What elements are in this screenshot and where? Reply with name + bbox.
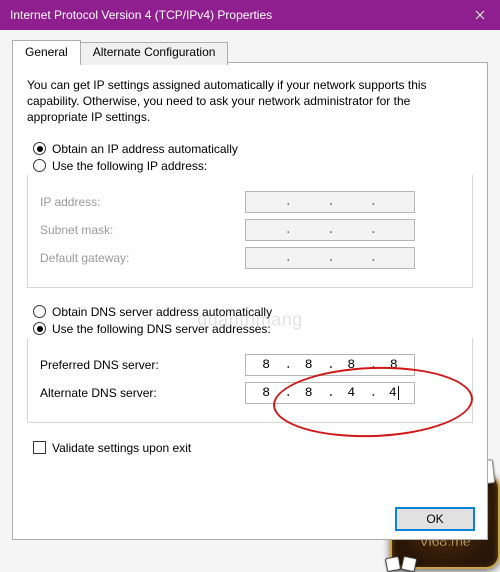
- field-default-gateway: Default gateway: . . .: [40, 247, 460, 269]
- field-ip-address: IP address: . . .: [40, 191, 460, 213]
- radio-label: Obtain an IP address automatically: [52, 142, 238, 156]
- field-label: Subnet mask:: [40, 223, 245, 237]
- radio-label: Obtain DNS server address automatically: [52, 305, 272, 319]
- radio-icon: [33, 305, 46, 318]
- field-label: Default gateway:: [40, 251, 245, 265]
- ip-octet: 8: [295, 357, 323, 372]
- description-text: You can get IP settings assigned automat…: [27, 77, 473, 126]
- ip-octet: 8: [295, 385, 323, 400]
- ip-octet: 8: [252, 385, 280, 400]
- ip-dot: .: [327, 357, 333, 372]
- dialog-button-row: OK: [395, 507, 475, 531]
- ip-dot: .: [327, 222, 333, 237]
- radio-dns-auto[interactable]: Obtain DNS server address automatically: [33, 305, 473, 319]
- ip-address-input: . . .: [245, 191, 415, 213]
- close-icon: [475, 10, 485, 20]
- ip-octet: 4: [337, 385, 365, 400]
- client-area: General Alternate Configuration You can …: [0, 30, 500, 540]
- ip-fields-group: IP address: . . . Subnet mask: . . . D: [27, 175, 473, 288]
- ip-dot: .: [327, 194, 333, 209]
- ip-dot: .: [284, 385, 290, 400]
- titlebar: Internet Protocol Version 4 (TCP/IPv4) P…: [0, 0, 500, 30]
- tab-panel-general: You can get IP settings assigned automat…: [12, 62, 488, 540]
- ip-octet: 8: [252, 357, 280, 372]
- ip-dot: .: [370, 250, 376, 265]
- checkbox-label: Validate settings upon exit: [52, 441, 191, 455]
- subnet-mask-input: . . .: [245, 219, 415, 241]
- radio-icon: [33, 159, 46, 172]
- ip-octet: 8: [337, 357, 365, 372]
- radio-icon: [33, 142, 46, 155]
- radio-icon: [33, 322, 46, 335]
- text-cursor: [398, 386, 399, 400]
- field-subnet-mask: Subnet mask: . . .: [40, 219, 460, 241]
- ip-dot: .: [284, 194, 290, 209]
- radio-label: Use the following IP address:: [52, 159, 207, 173]
- tab-general[interactable]: General: [12, 40, 81, 63]
- radio-ip-manual[interactable]: Use the following IP address:: [33, 159, 473, 173]
- dns-fields-group: Preferred DNS server: 8. 8. 8. 8 Alterna…: [27, 338, 473, 423]
- field-label: Alternate DNS server:: [40, 386, 245, 400]
- ip-dot: .: [370, 385, 376, 400]
- ip-octet: 8: [380, 357, 408, 372]
- ip-dot: .: [327, 250, 333, 265]
- ip-dot: .: [370, 357, 376, 372]
- field-preferred-dns: Preferred DNS server: 8. 8. 8. 8: [40, 354, 460, 376]
- tab-strip: General Alternate Configuration: [12, 40, 488, 63]
- ok-button[interactable]: OK: [395, 507, 475, 531]
- checkbox-icon: [33, 441, 46, 454]
- radio-ip-auto[interactable]: Obtain an IP address automatically: [33, 142, 473, 156]
- field-label: Preferred DNS server:: [40, 358, 245, 372]
- ip-dot: .: [370, 194, 376, 209]
- window-title: Internet Protocol Version 4 (TCP/IPv4) P…: [10, 8, 460, 22]
- close-button[interactable]: [460, 0, 500, 30]
- ip-dot: .: [370, 222, 376, 237]
- field-label: IP address:: [40, 195, 245, 209]
- default-gateway-input: . . .: [245, 247, 415, 269]
- ip-dot: .: [284, 250, 290, 265]
- validate-settings-checkbox[interactable]: Validate settings upon exit: [33, 441, 473, 455]
- ip-octet: 4: [380, 385, 408, 400]
- ip-dot: .: [327, 385, 333, 400]
- ip-dot: .: [284, 222, 290, 237]
- field-alternate-dns: Alternate DNS server: 8. 8. 4. 4: [40, 382, 460, 404]
- tab-alternate-configuration[interactable]: Alternate Configuration: [80, 42, 229, 65]
- radio-label: Use the following DNS server addresses:: [52, 322, 271, 336]
- alternate-dns-input[interactable]: 8. 8. 4. 4: [245, 382, 415, 404]
- ip-dot: .: [284, 357, 290, 372]
- radio-dns-manual[interactable]: Use the following DNS server addresses:: [33, 322, 473, 336]
- preferred-dns-input[interactable]: 8. 8. 8. 8: [245, 354, 415, 376]
